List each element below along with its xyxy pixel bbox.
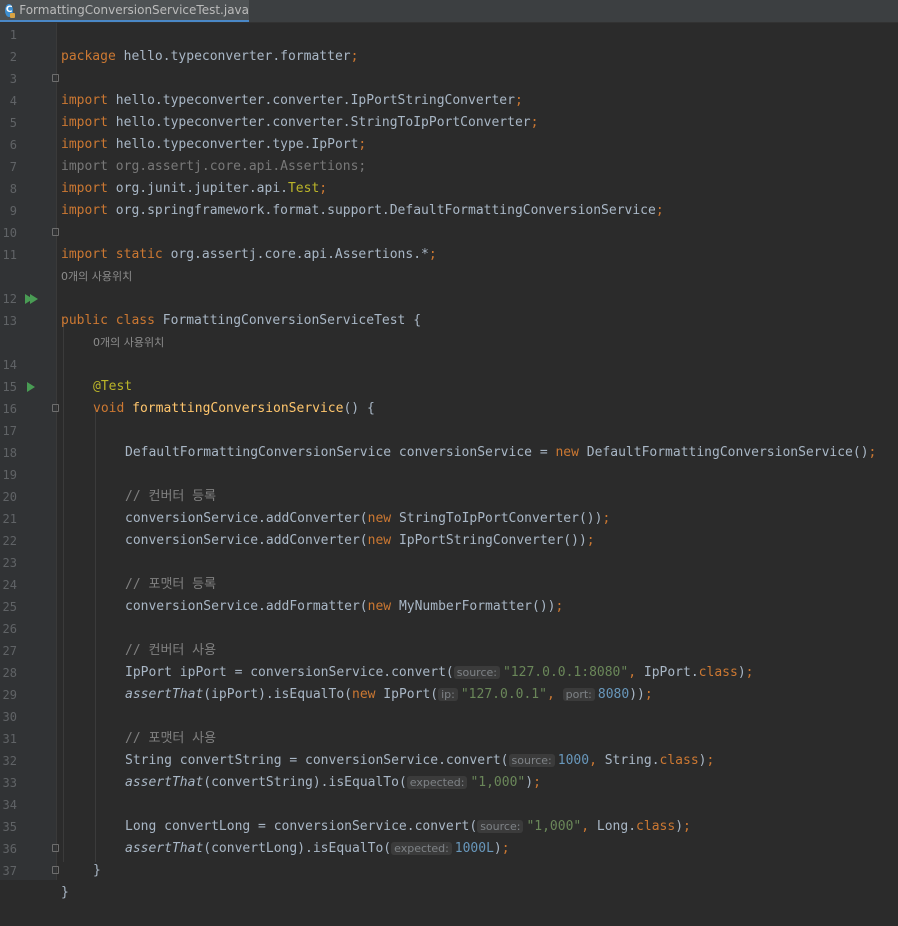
code-line: void formattingConversionService() { <box>93 401 375 416</box>
tab-title: FormattingConversionServiceTest.java <box>19 3 249 17</box>
code-line: IpPort ipPort = conversionService.conver… <box>125 665 754 680</box>
code-line: String convertString = conversionService… <box>125 753 715 768</box>
code-comment: // 포맷터 등록 <box>125 577 217 592</box>
java-class-icon: C <box>5 3 16 18</box>
code-comment: // 포맷터 사용 <box>125 731 217 746</box>
code-line: import org.springframework.format.suppor… <box>61 203 664 218</box>
code-line: } <box>61 885 69 900</box>
code-line: conversionService.addConverter(new Strin… <box>125 511 611 526</box>
code-line: import hello.typeconverter.type.IpPort; <box>61 137 367 152</box>
param-hint: port: <box>562 688 595 701</box>
code-line: import static org.assertj.core.api.Asser… <box>61 247 437 262</box>
code-line: import hello.typeconverter.converter.IpP… <box>61 93 523 108</box>
fold-icon[interactable] <box>52 404 59 412</box>
code-line: @Test <box>93 379 133 394</box>
code-line: import org.junit.jupiter.api.Test; <box>61 181 328 196</box>
code-line: assertThat(convertString).isEqualTo(expe… <box>125 775 541 790</box>
code-editor[interactable]: 1 2 3 4 5 6 7 8 9 10 11 12 13 14 15 16 17 18 19 20 21 22 23 24 2… <box>0 23 898 900</box>
usages-hint[interactable]: 0개의 사용위치 <box>93 332 164 354</box>
code-line: Long convertLong = conversionService.con… <box>125 819 691 834</box>
code-line: conversionService.addConverter(new IpPor… <box>125 533 595 548</box>
code-comment: // 컨버터 사용 <box>125 643 217 658</box>
code-line: assertThat(convertLong).isEqualTo(expect… <box>125 841 510 856</box>
editor-tab[interactable]: C FormattingConversionServiceTest.java <box>0 0 249 22</box>
code-line-unused-import: import org.assertj.core.api.Assertions; <box>61 159 367 174</box>
code-line: DefaultFormattingConversionService conve… <box>125 445 877 460</box>
code-line: import hello.typeconverter.converter.Str… <box>61 115 539 130</box>
editor-tab-bar: C FormattingConversionServiceTest.java <box>0 0 898 23</box>
code-line: } <box>93 863 101 878</box>
code-line: conversionService.addFormatter(new MyNum… <box>125 599 564 614</box>
param-hint: expected: <box>406 776 468 789</box>
code-line: public class FormattingConversionService… <box>61 313 422 328</box>
code-comment: // 컨버터 등록 <box>125 489 217 504</box>
code-line: assertThat(ipPort).isEqualTo(new IpPort(… <box>125 687 653 702</box>
code-line: package hello.typeconverter.formatter; <box>61 49 359 64</box>
usages-hint[interactable]: 0개의 사용위치 <box>61 266 132 288</box>
param-hint: ip: <box>438 688 458 701</box>
